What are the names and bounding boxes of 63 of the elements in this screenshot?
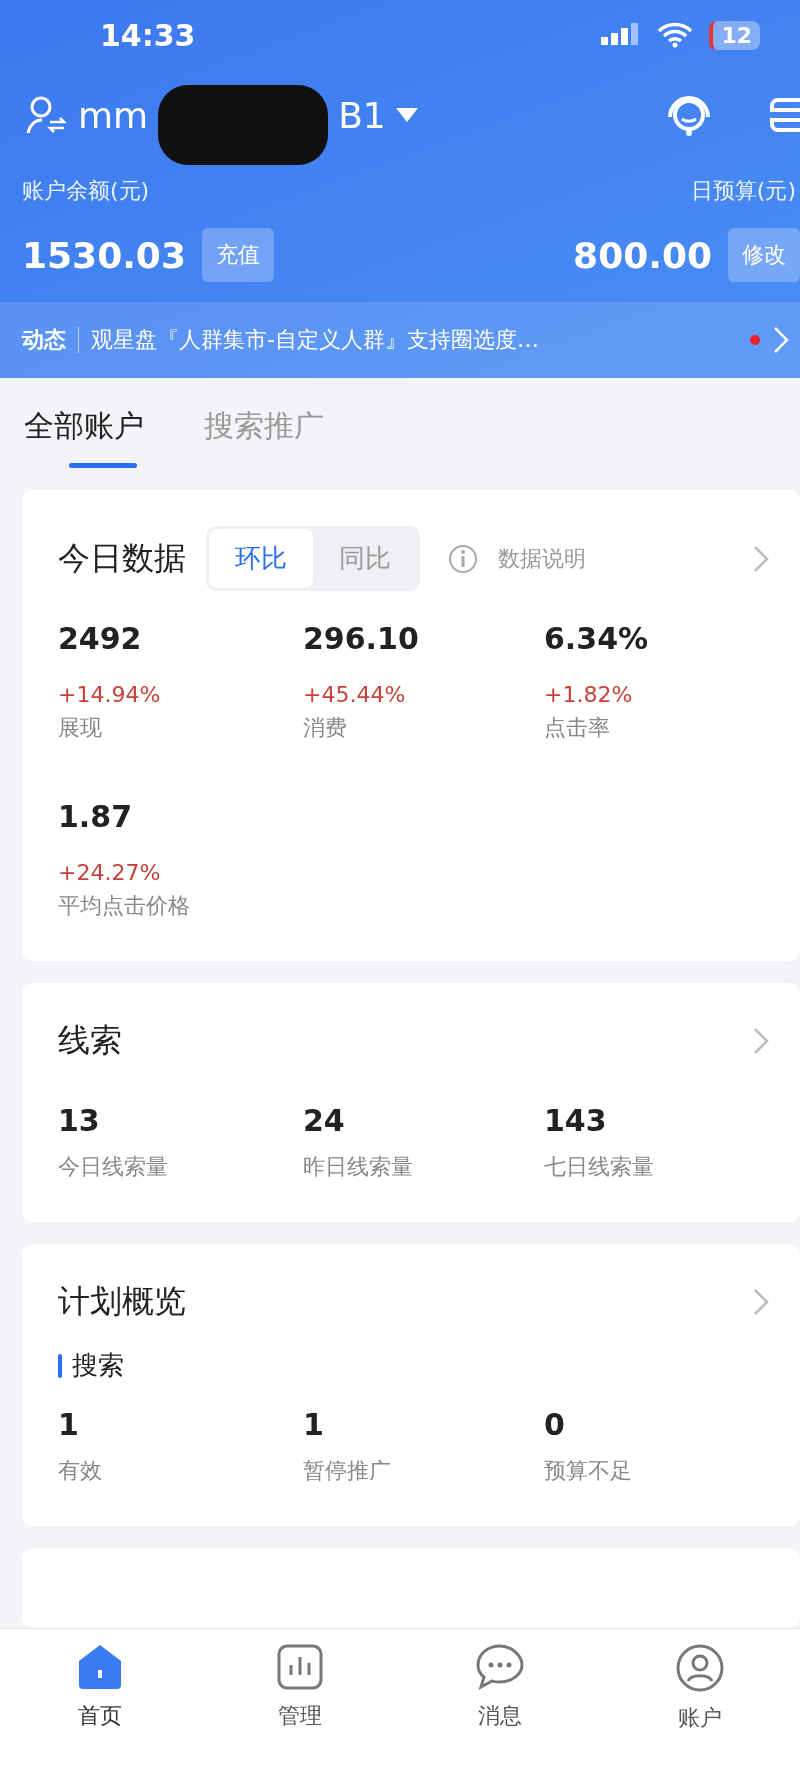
metric-value: 1 — [303, 1407, 325, 1442]
balance-value: 1530.03 — [22, 234, 186, 276]
chat-bubble-icon — [475, 1643, 525, 1691]
user-icon — [675, 1643, 725, 1693]
nav-tab[interactable]: 账户 — [600, 1643, 800, 1778]
dropdown-caret-icon[interactable] — [395, 108, 418, 122]
section-title: 搜索 — [72, 1349, 124, 1382]
metric-label: 七日线索量 — [544, 1153, 655, 1181]
news-label: 动态 — [22, 326, 66, 354]
metric-value: 1.87 — [58, 799, 134, 834]
metric-label: 展现 — [58, 714, 103, 742]
edit-button[interactable]: 修改 — [728, 228, 800, 282]
metric-change: +1.82% — [544, 682, 634, 707]
metric-label: 今日线索量 — [58, 1153, 169, 1181]
metric-value: 296.10 — [303, 621, 420, 656]
metric-label: 平均点击价格 — [58, 892, 191, 920]
budget-label: 日预算(元) — [690, 177, 796, 205]
wifi-icon — [657, 22, 694, 48]
menu-icon[interactable] — [768, 96, 800, 134]
metric-value: 1 — [58, 1407, 80, 1442]
battery-level: 12 — [709, 20, 760, 50]
metric-label: 昨日线索量 — [303, 1153, 414, 1181]
switch-account-icon[interactable] — [26, 95, 68, 135]
metric-value: 0 — [544, 1407, 566, 1442]
metric-label: 暂停推广 — [303, 1457, 392, 1485]
metric-value: 24 — [303, 1103, 346, 1138]
info-icon[interactable] — [448, 543, 478, 574]
metric-value: 143 — [544, 1103, 608, 1138]
account-name[interactable]: B1 — [338, 94, 386, 136]
news-bar[interactable]: 动态 观星盘『人群集市-自定义人群』支持圈选度… — [0, 302, 800, 378]
metric-label: 消费 — [303, 714, 348, 742]
metric-change: +14.94% — [58, 682, 162, 707]
news-text[interactable]: 观星盘『人群集市-自定义人群』支持圈选度… — [91, 325, 738, 355]
metric-value: 13 — [58, 1103, 101, 1138]
data-explanation-link[interactable]: 数据说明 — [498, 543, 586, 574]
nav-tab[interactable]: 消息 — [400, 1643, 600, 1778]
card-title: 线索 — [58, 1020, 122, 1061]
chevron-right-icon[interactable] — [752, 1026, 770, 1056]
tab[interactable]: 全部账户 — [24, 406, 144, 468]
metric-label: 有效 — [58, 1457, 103, 1485]
budget-value: 800.00 — [573, 234, 712, 276]
chevron-right-icon[interactable] — [752, 1287, 770, 1317]
chevron-right-icon[interactable] — [772, 325, 790, 355]
home-icon — [76, 1643, 124, 1691]
nav-tab[interactable]: 首页 — [0, 1643, 200, 1778]
metric-change: +24.27% — [58, 860, 162, 885]
bar-chart-icon — [276, 1643, 324, 1691]
toggle-option[interactable]: 同比 — [313, 529, 417, 588]
metric-change: +45.44% — [303, 682, 407, 707]
status-time: 14:33 — [100, 17, 196, 53]
card-title: 计划概览 — [58, 1281, 186, 1322]
nav-tab[interactable]: 管理 — [200, 1643, 400, 1778]
tab[interactable]: 搜索推广 — [204, 406, 324, 468]
recharge-button[interactable]: 充值 — [201, 228, 274, 282]
metric-label: 点击率 — [544, 714, 611, 742]
chevron-right-icon[interactable] — [752, 543, 770, 574]
toggle-option[interactable]: 环比 — [209, 529, 313, 588]
metric-value: 6.34% — [544, 621, 650, 656]
metric-label: 预算不足 — [544, 1457, 633, 1485]
account-name[interactable]: mm — [78, 94, 149, 136]
card-title: 今日数据 — [58, 537, 186, 579]
balance-label: 账户余额(元) — [22, 177, 150, 205]
metric-value: 2492 — [58, 621, 143, 656]
